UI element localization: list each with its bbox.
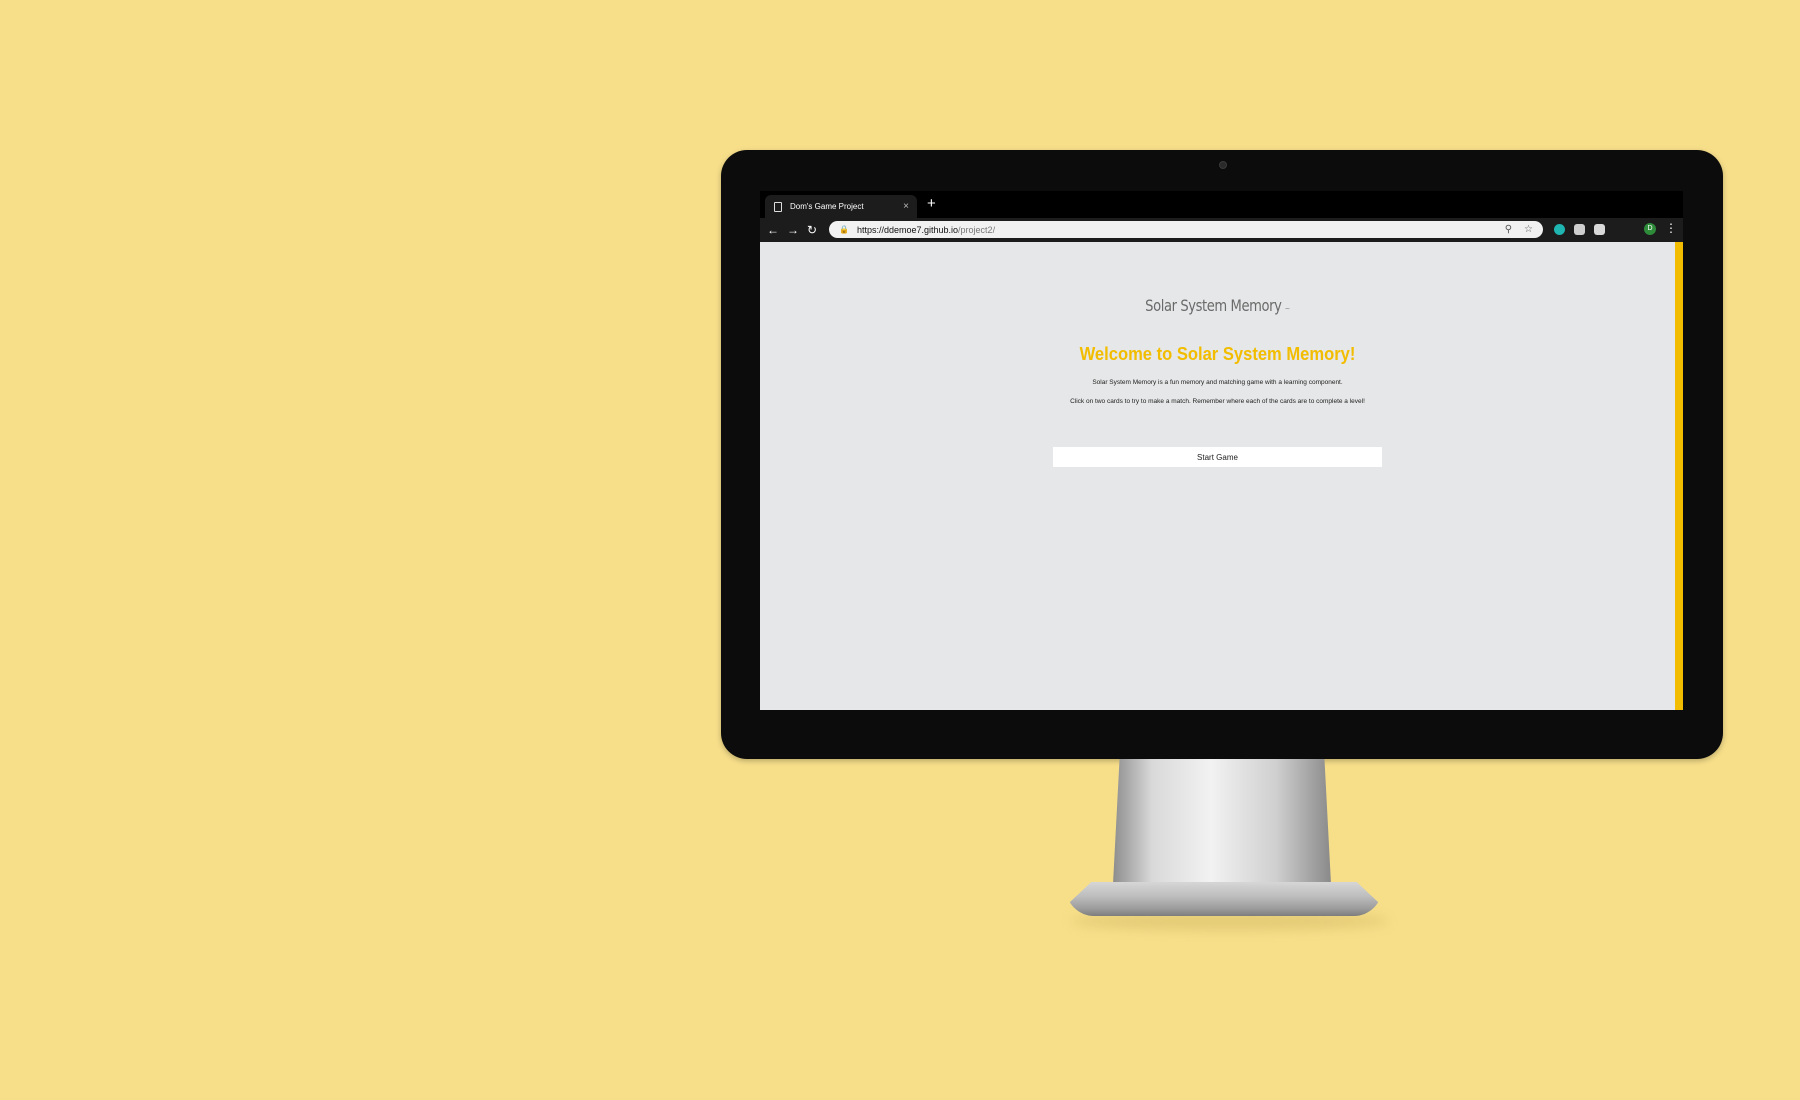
page-title: Welcome to Solar System Memory! — [1079, 344, 1356, 364]
document-icon — [774, 201, 782, 212]
start-game-button[interactable]: Start Game — [1053, 447, 1382, 467]
star-icon[interactable]: ☆ — [1524, 224, 1533, 235]
tab-title: Dom's Game Project — [790, 202, 864, 211]
site-logo: Solar System Memory ~ — [1145, 296, 1290, 315]
reload-icon[interactable]: ↻ — [807, 222, 817, 238]
browser-toolbar: ← → ↻ 🔒 https://ddemoe7.github.io/projec… — [760, 218, 1683, 242]
lock-icon: 🔒 — [839, 225, 849, 234]
url-text: https://ddemoe7.github.io/project2/ — [856, 224, 996, 235]
back-arrow-icon[interactable]: ← — [767, 222, 779, 238]
tab-bar: Dom's Game Project × + — [760, 191, 1683, 218]
extension-icon[interactable] — [1574, 224, 1585, 235]
monitor: Dom's Game Project × + ← → ↻ 🔒 https://d… — [721, 150, 1723, 759]
extension-icon[interactable] — [1554, 224, 1565, 235]
profile-avatar[interactable]: D — [1644, 223, 1656, 235]
close-icon[interactable]: × — [903, 201, 909, 212]
screen: Dom's Game Project × + ← → ↻ 🔒 https://d… — [760, 191, 1683, 710]
address-bar[interactable]: 🔒 https://ddemoe7.github.io/project2/ ⚲ … — [829, 221, 1543, 238]
extension-icon[interactable] — [1594, 224, 1605, 235]
menu-dots-icon[interactable]: ⋮ — [1665, 221, 1677, 235]
instructions-text: Click on two cards to try to make a matc… — [1070, 398, 1365, 405]
web-page: Solar System Memory ~ Welcome to Solar Sy… — [760, 242, 1675, 710]
search-icon[interactable]: ⚲ — [1505, 224, 1512, 235]
monitor-stand — [1113, 759, 1331, 884]
description-text: Solar System Memory is a fun memory and … — [1092, 379, 1343, 386]
new-tab-icon[interactable]: + — [927, 196, 936, 212]
page-scrollbar[interactable] — [1675, 242, 1683, 710]
browser-tab[interactable]: Dom's Game Project × — [765, 195, 917, 218]
camera — [1219, 161, 1227, 169]
monitor-base — [1066, 882, 1382, 916]
forward-arrow-icon[interactable]: → — [787, 222, 799, 238]
